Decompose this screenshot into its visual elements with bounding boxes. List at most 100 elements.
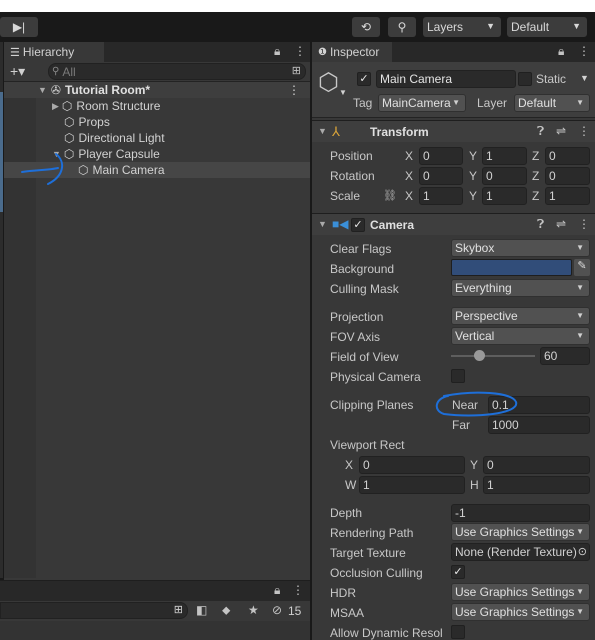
chevron-down-icon: ▼ bbox=[572, 21, 581, 31]
camera-header[interactable]: ▼ ■◀ ✓ Camera ❓︎ ⇌ ⋮ bbox=[312, 213, 595, 235]
chevron-down-icon[interactable]: ▼ bbox=[318, 126, 327, 136]
chevron-right-icon[interactable]: ▶ bbox=[52, 101, 59, 112]
eyedropper-icon[interactable]: ✎ bbox=[574, 259, 590, 276]
chevron-down-icon[interactable]: ▼ bbox=[38, 85, 47, 95]
tab-inspector[interactable]: ❶ Inspector bbox=[312, 42, 392, 62]
value: Everything bbox=[455, 281, 512, 295]
list-item[interactable]: ⬡ Props bbox=[64, 114, 110, 130]
scale-x-field[interactable]: 1 bbox=[419, 187, 463, 205]
tag-label: Tag bbox=[353, 96, 373, 110]
position-y-field[interactable]: 1 bbox=[482, 147, 527, 165]
hierarchy-search-input[interactable]: ⚲ All ⊞ bbox=[48, 63, 306, 80]
object-name-field[interactable]: Main Camera bbox=[376, 70, 516, 88]
transform-header[interactable]: ▼ ⅄ Transform ❓︎ ⇌ ⋮ bbox=[312, 120, 595, 142]
presets-icon[interactable]: ⇌ bbox=[556, 124, 566, 138]
culling-mask-dropdown[interactable]: Everything ▼ bbox=[451, 279, 590, 297]
chevron-down-icon[interactable]: ▼ bbox=[580, 73, 589, 83]
layout-dropdown[interactable]: Default ▼ bbox=[507, 17, 587, 37]
lock-icon[interactable]: 🔒︎ bbox=[274, 44, 280, 59]
far-field[interactable]: 1000 bbox=[488, 416, 590, 434]
favorite-star-icon[interactable]: ★ bbox=[248, 603, 259, 617]
msaa-dropdown[interactable]: Use Graphics Settings ▼ bbox=[451, 603, 590, 621]
kebab-menu-icon[interactable]: ⋮ bbox=[292, 583, 304, 597]
value: 0 bbox=[549, 149, 556, 163]
dynamic-resolution-checkbox[interactable] bbox=[451, 625, 465, 639]
chevron-down-icon[interactable]: ▼ bbox=[318, 219, 327, 229]
fov-slider-track[interactable] bbox=[451, 350, 535, 361]
hidden-packages-icon[interactable]: ⊘ bbox=[272, 603, 282, 617]
kebab-menu-icon[interactable]: ⋮ bbox=[288, 83, 300, 97]
history-button[interactable]: ⟲ bbox=[352, 17, 380, 37]
x-label: X bbox=[405, 149, 414, 163]
physical-camera-checkbox[interactable] bbox=[451, 369, 465, 383]
depth-field[interactable]: -1 bbox=[451, 504, 590, 522]
physical-camera-label: Physical Camera bbox=[330, 370, 421, 384]
camera-enabled-checkbox[interactable]: ✓ bbox=[351, 218, 365, 232]
hierarchy-tabbar: ☰ Hierarchy 🔒︎ ⋮ bbox=[4, 42, 310, 62]
static-checkbox[interactable] bbox=[518, 72, 532, 86]
target-texture-field[interactable]: None (Render Texture) ⊙ bbox=[451, 543, 590, 561]
add-object-button[interactable]: +▾ bbox=[10, 63, 25, 80]
chevron-down-icon[interactable]: ▼ bbox=[339, 88, 347, 97]
value: 1 bbox=[486, 189, 493, 203]
kebab-menu-icon[interactable]: ⋮ bbox=[294, 44, 306, 58]
fov-slider-thumb[interactable] bbox=[473, 350, 485, 361]
kebab-menu-icon[interactable]: ⋮ bbox=[578, 124, 590, 138]
tag-dropdown[interactable]: MainCamera ▼ bbox=[378, 94, 466, 112]
search-button[interactable]: ⚲ bbox=[388, 17, 416, 37]
lock-icon[interactable]: 🔒︎ bbox=[558, 44, 564, 59]
viewport-y-field[interactable]: 0 bbox=[483, 456, 590, 474]
value: None (Render Texture) bbox=[455, 545, 577, 559]
fov-field[interactable]: 60 bbox=[540, 347, 590, 365]
rendering-path-dropdown[interactable]: Use Graphics Settings ▼ bbox=[451, 523, 590, 541]
rotation-z-field[interactable]: 0 bbox=[545, 167, 590, 185]
item-label: Directional Light bbox=[78, 131, 165, 145]
search-icon: ⚲ bbox=[52, 66, 60, 77]
camera-icon: ■◀ bbox=[332, 217, 349, 231]
object-picker-icon[interactable]: ⊙ bbox=[577, 545, 587, 558]
position-z-field[interactable]: 0 bbox=[545, 147, 590, 165]
help-icon[interactable]: ❓︎ bbox=[537, 124, 544, 139]
value: 0 bbox=[487, 458, 494, 472]
value: 0 bbox=[486, 169, 493, 183]
list-item[interactable]: ▶ ⬡ Room Structure bbox=[52, 98, 160, 114]
background-color-swatch[interactable] bbox=[451, 259, 572, 276]
search-filter-icon[interactable]: ⊞ bbox=[174, 603, 183, 616]
project-search-input[interactable]: ⊞ bbox=[0, 602, 188, 619]
constrain-proportions-icon[interactable]: ⛓ bbox=[383, 189, 397, 202]
active-checkbox[interactable]: ✓ bbox=[357, 72, 371, 86]
filter-type-icon[interactable]: ◧ bbox=[196, 603, 207, 617]
scale-y-field[interactable]: 1 bbox=[482, 187, 527, 205]
chevron-down-icon: ▼ bbox=[576, 587, 584, 596]
lock-icon[interactable]: 🔒︎ bbox=[274, 583, 280, 598]
viewport-h-field[interactable]: 1 bbox=[483, 476, 590, 494]
clear-flags-dropdown[interactable]: Skybox ▼ bbox=[451, 239, 590, 257]
layers-dropdown[interactable]: Layers ▼ bbox=[423, 17, 501, 37]
viewport-w-field[interactable]: 1 bbox=[359, 476, 465, 494]
hierarchy-panel bbox=[4, 42, 310, 580]
hdr-dropdown[interactable]: Use Graphics Settings ▼ bbox=[451, 583, 590, 601]
occlusion-culling-checkbox[interactable]: ✓ bbox=[451, 565, 465, 579]
static-label: Static bbox=[536, 72, 567, 86]
viewport-x-field[interactable]: 0 bbox=[359, 456, 465, 474]
scene-view-sliver bbox=[0, 92, 3, 212]
scene-row[interactable]: ▼ ✇ Tutorial Room* ⋮ bbox=[4, 82, 310, 98]
projection-dropdown[interactable]: Perspective ▼ bbox=[451, 307, 590, 325]
kebab-menu-icon[interactable]: ⋮ bbox=[578, 217, 590, 231]
unity-scene-icon: ✇ bbox=[50, 83, 61, 97]
rotation-y-field[interactable]: 0 bbox=[482, 167, 527, 185]
fov-axis-dropdown[interactable]: Vertical ▼ bbox=[451, 327, 590, 345]
step-button[interactable]: ▶| bbox=[0, 17, 38, 37]
item-label: Props bbox=[78, 115, 110, 129]
search-filter-icon[interactable]: ⊞ bbox=[292, 64, 301, 77]
tab-hierarchy[interactable]: ☰ Hierarchy bbox=[4, 42, 104, 62]
kebab-menu-icon[interactable]: ⋮ bbox=[578, 44, 590, 58]
list-item[interactable]: ⬡ Directional Light bbox=[64, 130, 165, 146]
presets-icon[interactable]: ⇌ bbox=[556, 217, 566, 231]
scale-z-field[interactable]: 1 bbox=[545, 187, 590, 205]
label-tag-icon[interactable]: ⬥ bbox=[222, 603, 230, 618]
layer-dropdown[interactable]: Default ▼ bbox=[514, 94, 590, 112]
help-icon[interactable]: ❓︎ bbox=[537, 217, 544, 232]
position-x-field[interactable]: 0 bbox=[419, 147, 463, 165]
rotation-x-field[interactable]: 0 bbox=[419, 167, 463, 185]
